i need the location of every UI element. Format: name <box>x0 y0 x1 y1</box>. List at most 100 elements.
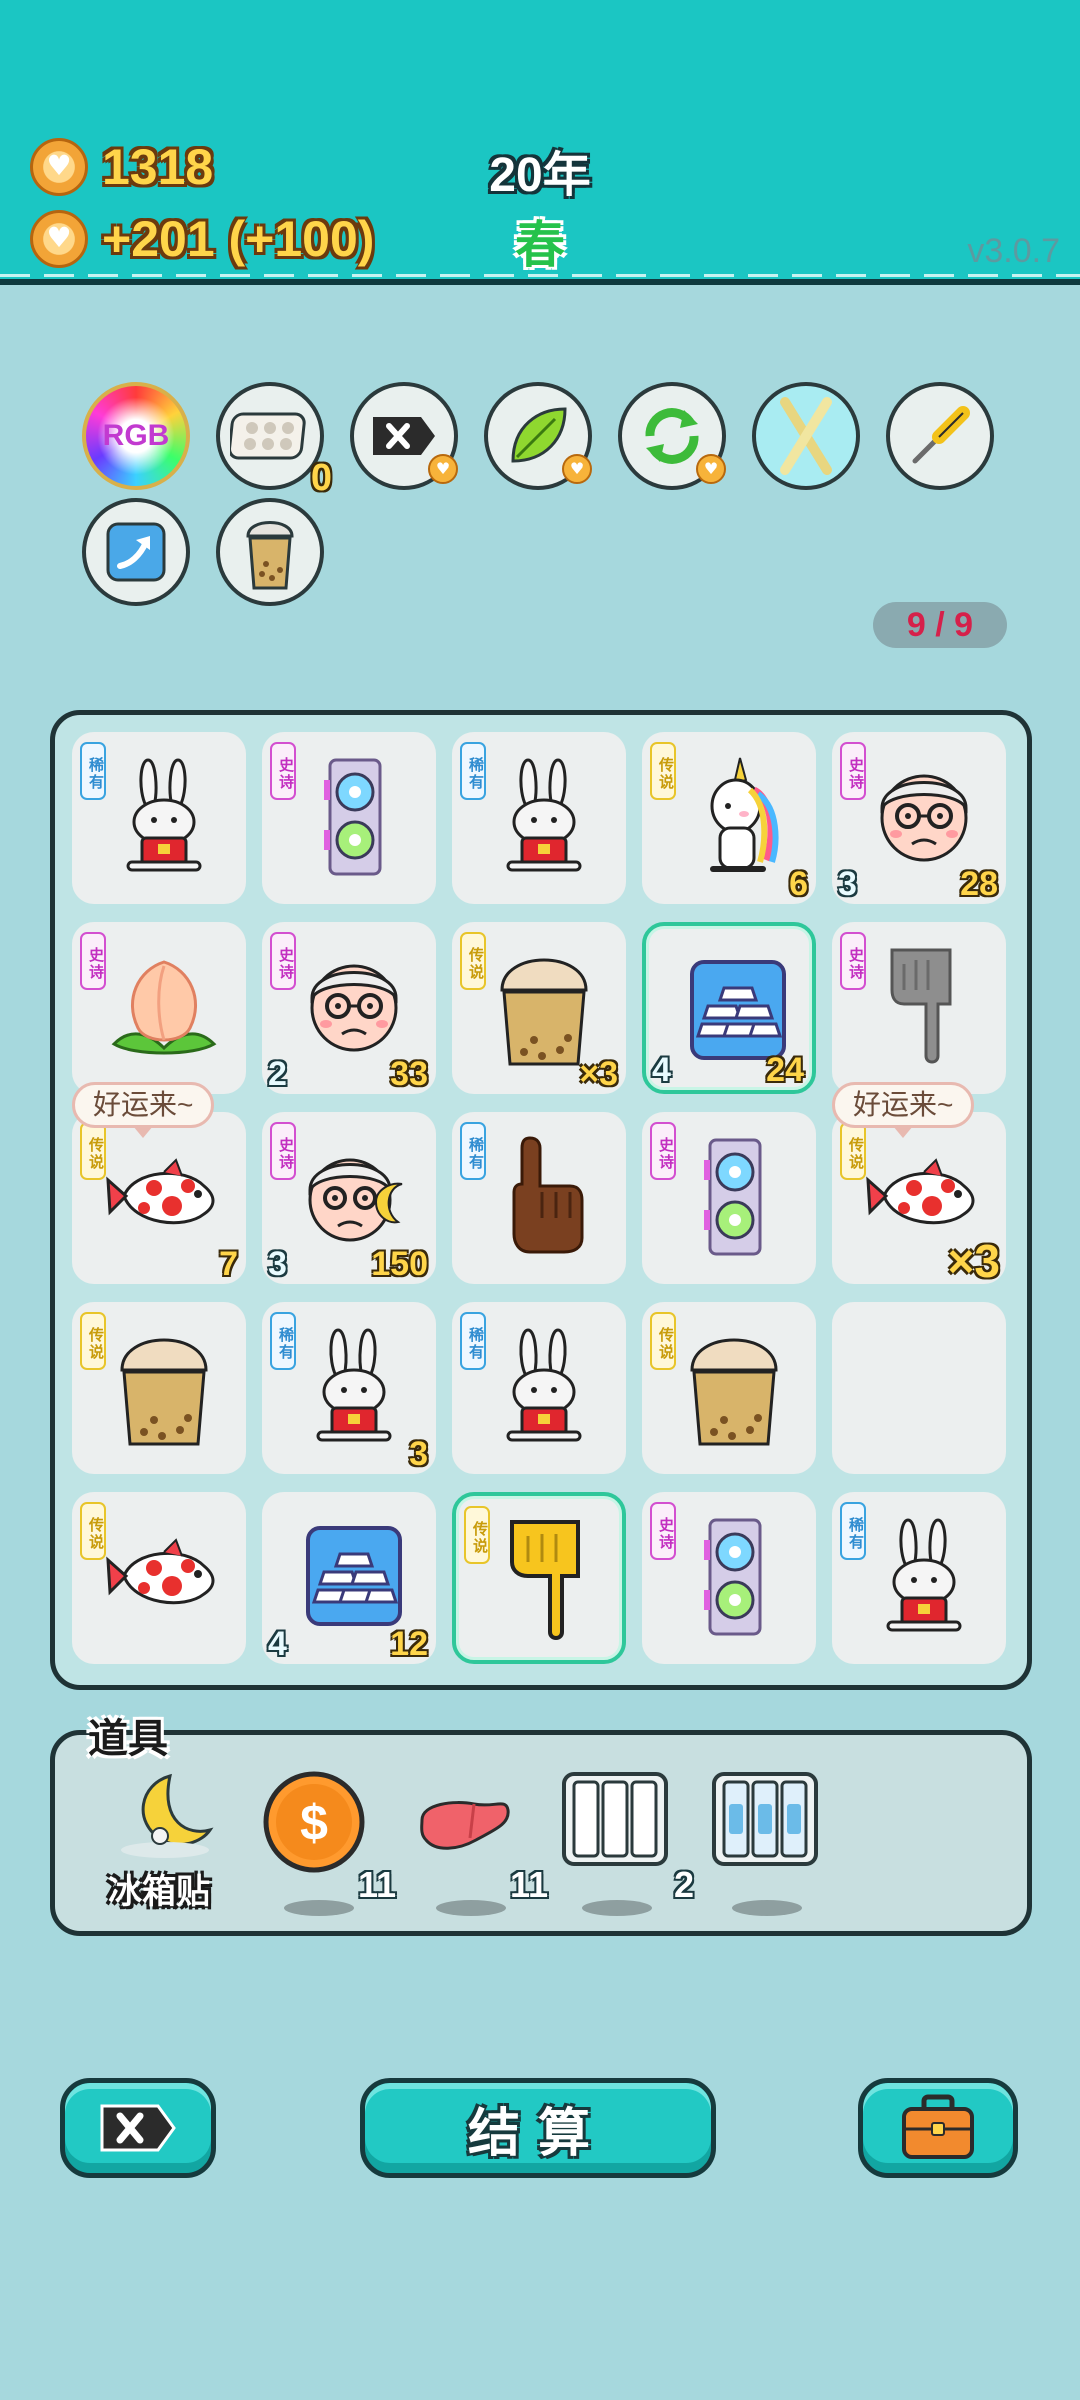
board-cell[interactable]: 稀有 <box>452 1112 626 1284</box>
board-cell[interactable]: 稀有 3 <box>262 1302 436 1474</box>
delete-tag-icon <box>100 2104 176 2152</box>
rarity-tag-rare: 稀有 <box>80 742 106 800</box>
cell-counter: 4 <box>652 1051 671 1089</box>
rgb-icon: RGB <box>97 397 175 475</box>
board-cell[interactable]: 传说 <box>72 1302 246 1474</box>
upgrade-skill-button[interactable] <box>82 498 190 606</box>
rarity-tag-rare: 稀有 <box>460 742 486 800</box>
season-label: 春 <box>515 217 565 273</box>
grandpa-icon <box>294 940 414 1070</box>
board-cell[interactable]: 史诗 2 33 <box>262 922 436 1094</box>
cell-value: 6 <box>789 865 808 903</box>
egg-tray-skill-button[interactable]: 0 <box>216 382 332 499</box>
rarity-tag-legend: 传说 <box>464 1506 490 1564</box>
dollar-coin-icon: $ <box>263 1771 365 1873</box>
liver-icon <box>420 1801 510 1850</box>
bubble-tea-skill-button[interactable] <box>216 498 324 606</box>
rgb-skill-button[interactable]: RGB <box>82 382 190 490</box>
delete-skill-button[interactable]: ♥ <box>350 382 458 490</box>
peach-icon <box>104 940 224 1070</box>
board-cell[interactable]: 稀有 <box>452 732 626 904</box>
sticks-skill-button[interactable] <box>752 382 860 490</box>
cell-value: 7 <box>219 1245 238 1283</box>
board-cell[interactable]: 传说 7 <box>72 1112 246 1284</box>
delete-tag-icon <box>373 417 435 455</box>
version-label: v3.0.7 <box>967 232 1060 270</box>
speech-bubble: 好运来~ <box>832 1082 975 1138</box>
rarity-tag-legend: 传说 <box>80 1312 106 1370</box>
rarity-tag-epic: 史诗 <box>650 1122 676 1180</box>
year-label: 20年 <box>489 149 591 202</box>
settle-label: 结算 <box>467 2104 608 2163</box>
remove-button[interactable] <box>60 2078 216 2178</box>
gpu-icon <box>294 750 414 880</box>
rgb-label: RGB <box>102 419 170 452</box>
item-dollar-coin[interactable]: $ 11 <box>262 1770 396 1920</box>
item-rare-slot-card[interactable] <box>710 1770 830 1920</box>
board-cell[interactable]: 传说 <box>642 1302 816 1474</box>
grandpa-icon <box>864 750 984 880</box>
cell-value: 3 <box>409 1435 428 1473</box>
rabbit-icon <box>484 750 604 880</box>
settle-button[interactable]: 结算 <box>360 2078 716 2178</box>
cell-value: ×3 <box>579 1055 618 1093</box>
bubble-tea-icon <box>674 1320 794 1450</box>
item-liver[interactable]: 11 <box>414 1770 548 1920</box>
board-cell[interactable]: 稀有 <box>452 1302 626 1474</box>
board-cell[interactable]: 稀有 <box>832 1492 1006 1664</box>
board-cell[interactable]: 史诗 <box>642 1492 816 1664</box>
board-cell[interactable]: 史诗 <box>832 922 1006 1094</box>
cell-value: 33 <box>390 1055 428 1093</box>
board-cell[interactable]: 4 12 <box>262 1492 436 1664</box>
cell-counter: 3 <box>268 1245 287 1283</box>
shadow <box>284 1900 354 1916</box>
rarity-tag-legend: 传说 <box>650 1312 676 1370</box>
board-cell[interactable]: 史诗 <box>262 732 436 904</box>
board-cell[interactable]: 4 24 <box>642 922 816 1094</box>
board-cell[interactable]: 传说 6 <box>642 732 816 904</box>
rarity-tag-epic: 史诗 <box>270 742 296 800</box>
crossed-sticks-icon <box>780 397 832 475</box>
income-row: +201 (+100) <box>30 210 374 268</box>
grey-finger-icon <box>864 940 984 1070</box>
board-cell[interactable]: 传说 <box>72 1492 246 1664</box>
rare-slot-card-icon <box>712 1772 818 1866</box>
moon-fridge-magnet-icon <box>121 1773 214 1858</box>
board-cell[interactable]: 传说 <box>452 1492 626 1664</box>
board-cell[interactable]: 稀有 <box>72 732 246 904</box>
coins-value: 1318 <box>102 139 214 195</box>
cell-counter: 4 <box>268 1625 287 1663</box>
cell-counter: 2 <box>268 1055 287 1093</box>
bag-button[interactable] <box>858 2078 1018 2178</box>
items-title: 道具 <box>88 1717 168 1761</box>
bubble-tea-icon <box>484 940 604 1070</box>
silver-bars-icon <box>294 1510 414 1640</box>
speech-bubble: 好运来~ <box>72 1082 215 1138</box>
rabbit-icon <box>294 1320 414 1450</box>
divider <box>0 274 1080 277</box>
heart-coin-icon: ♥ <box>428 454 458 484</box>
board-cell[interactable]: 史诗 <box>642 1112 816 1284</box>
board-cell[interactable]: 史诗 3 150 <box>262 1112 436 1284</box>
refresh-skill-button[interactable]: ♥ <box>618 382 726 490</box>
shadow <box>732 1900 802 1916</box>
leaf-skill-button[interactable]: ♥ <box>484 382 592 490</box>
unicorn-icon <box>674 750 794 880</box>
board-cell-empty[interactable] <box>832 1302 1006 1474</box>
rarity-tag-rare: 稀有 <box>840 1502 866 1560</box>
rabbit-icon <box>104 750 224 880</box>
shadow <box>436 1900 506 1916</box>
koi-fish-icon <box>104 1130 224 1260</box>
board-cell[interactable]: 史诗 <box>72 922 246 1094</box>
item-three-slot-card[interactable]: 2 <box>560 1770 694 1920</box>
screwdriver-skill-button[interactable] <box>886 382 994 490</box>
brown-finger-icon <box>484 1130 604 1260</box>
cell-counter: 3 <box>838 865 857 903</box>
board-cell[interactable]: 传说 ×3 <box>452 922 626 1094</box>
rarity-tag-epic: 史诗 <box>270 932 296 990</box>
cell-value: 12 <box>390 1625 428 1663</box>
heart-coin-icon <box>30 210 88 268</box>
rarity-tag-epic: 史诗 <box>840 932 866 990</box>
board-cell[interactable]: 史诗 3 28 <box>832 732 1006 904</box>
board-cell[interactable]: 传说 ×3 <box>832 1112 1006 1287</box>
